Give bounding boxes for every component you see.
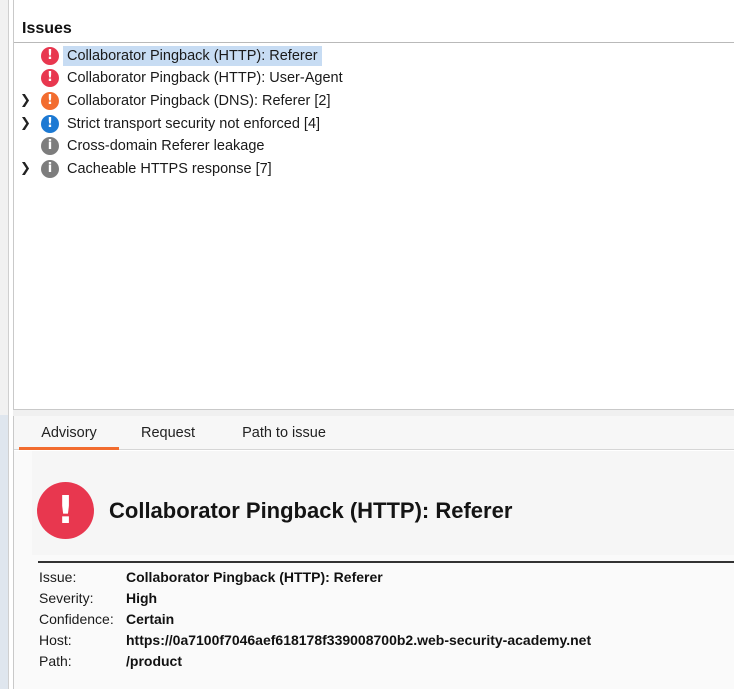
detail-row-severity: Severity: High [39,588,729,609]
chevron-right-icon[interactable]: ❯ [20,162,32,176]
issue-label[interactable]: Strict transport security not enforced [… [63,114,324,134]
advisory-header: ! Collaborator Pingback (HTTP): Referer [32,451,734,555]
detail-key: Confidence: [39,611,114,627]
advisory-content: ! Collaborator Pingback (HTTP): Referer … [14,451,734,689]
high-severity-exclamation-icon: ! [41,69,59,87]
issue-row[interactable]: ! Collaborator Pingback (HTTP): Referer [14,45,734,67]
info-severity-icon: i [41,160,59,178]
detail-key: Host: [39,632,72,648]
detail-value: High [126,590,158,606]
info-severity-icon: i [41,137,59,155]
issue-details-table: Issue: Collaborator Pingback (HTTP): Ref… [39,567,729,672]
issues-panel: Issues ! Collaborator Pingback (HTTP): R… [13,0,734,410]
tab-path-to-issue[interactable]: Path to issue [229,416,339,450]
detail-key: Path: [39,653,72,669]
tab-advisory[interactable]: Advisory [19,416,119,450]
advisory-title: Collaborator Pingback (HTTP): Referer [109,498,513,523]
chevron-right-icon[interactable]: ❯ [20,117,32,131]
issue-label[interactable]: Cacheable HTTPS response [7] [63,159,276,179]
tab-request[interactable]: Request [124,416,212,450]
issues-title: Issues [22,20,72,37]
issue-row[interactable]: ❯ ! Collaborator Pingback (DNS): Referer… [14,90,734,112]
issue-label[interactable]: Collaborator Pingback (HTTP): Referer [63,46,322,66]
issue-label[interactable]: Cross-domain Referer leakage [63,136,268,156]
issue-row[interactable]: ❯ ! Strict transport security not enforc… [14,113,734,135]
issue-row[interactable]: i Cross-domain Referer leakage [14,135,734,157]
detail-row-host: Host: https://0a7100f7046aef618178f33900… [39,630,729,651]
detail-row-confidence: Confidence: Certain [39,609,729,630]
detail-key: Issue: [39,569,77,585]
issue-detail-panel: Advisory Request Path to issue ! Collabo… [13,416,734,689]
detail-value: https://0a7100f7046aef618178f339008700b2… [126,632,592,648]
detail-value: /product [126,653,182,669]
issue-label[interactable]: Collaborator Pingback (DNS): Referer [2] [63,91,335,111]
detail-value: Collaborator Pingback (HTTP): Referer [126,569,383,585]
divider [14,42,734,43]
medium-severity-exclamation-icon: ! [41,92,59,110]
chevron-right-icon[interactable]: ❯ [20,94,32,108]
issue-label[interactable]: Collaborator Pingback (HTTP): User-Agent [63,68,347,88]
low-severity-exclamation-icon: ! [41,115,59,133]
issue-row[interactable]: ! Collaborator Pingback (HTTP): User-Age… [14,67,734,89]
divider [38,561,734,563]
left-panel-edge-lower [0,415,9,689]
high-severity-exclamation-icon: ! [41,47,59,65]
detail-row-path: Path: /product [39,651,729,672]
issue-row[interactable]: ❯ i Cacheable HTTPS response [7] [14,158,734,180]
high-severity-exclamation-icon: ! [37,482,94,539]
detail-row-issue: Issue: Collaborator Pingback (HTTP): Ref… [39,567,729,588]
detail-value: Certain [126,611,175,627]
detail-key: Severity: [39,590,94,606]
detail-tab-bar: Advisory Request Path to issue [14,416,734,450]
